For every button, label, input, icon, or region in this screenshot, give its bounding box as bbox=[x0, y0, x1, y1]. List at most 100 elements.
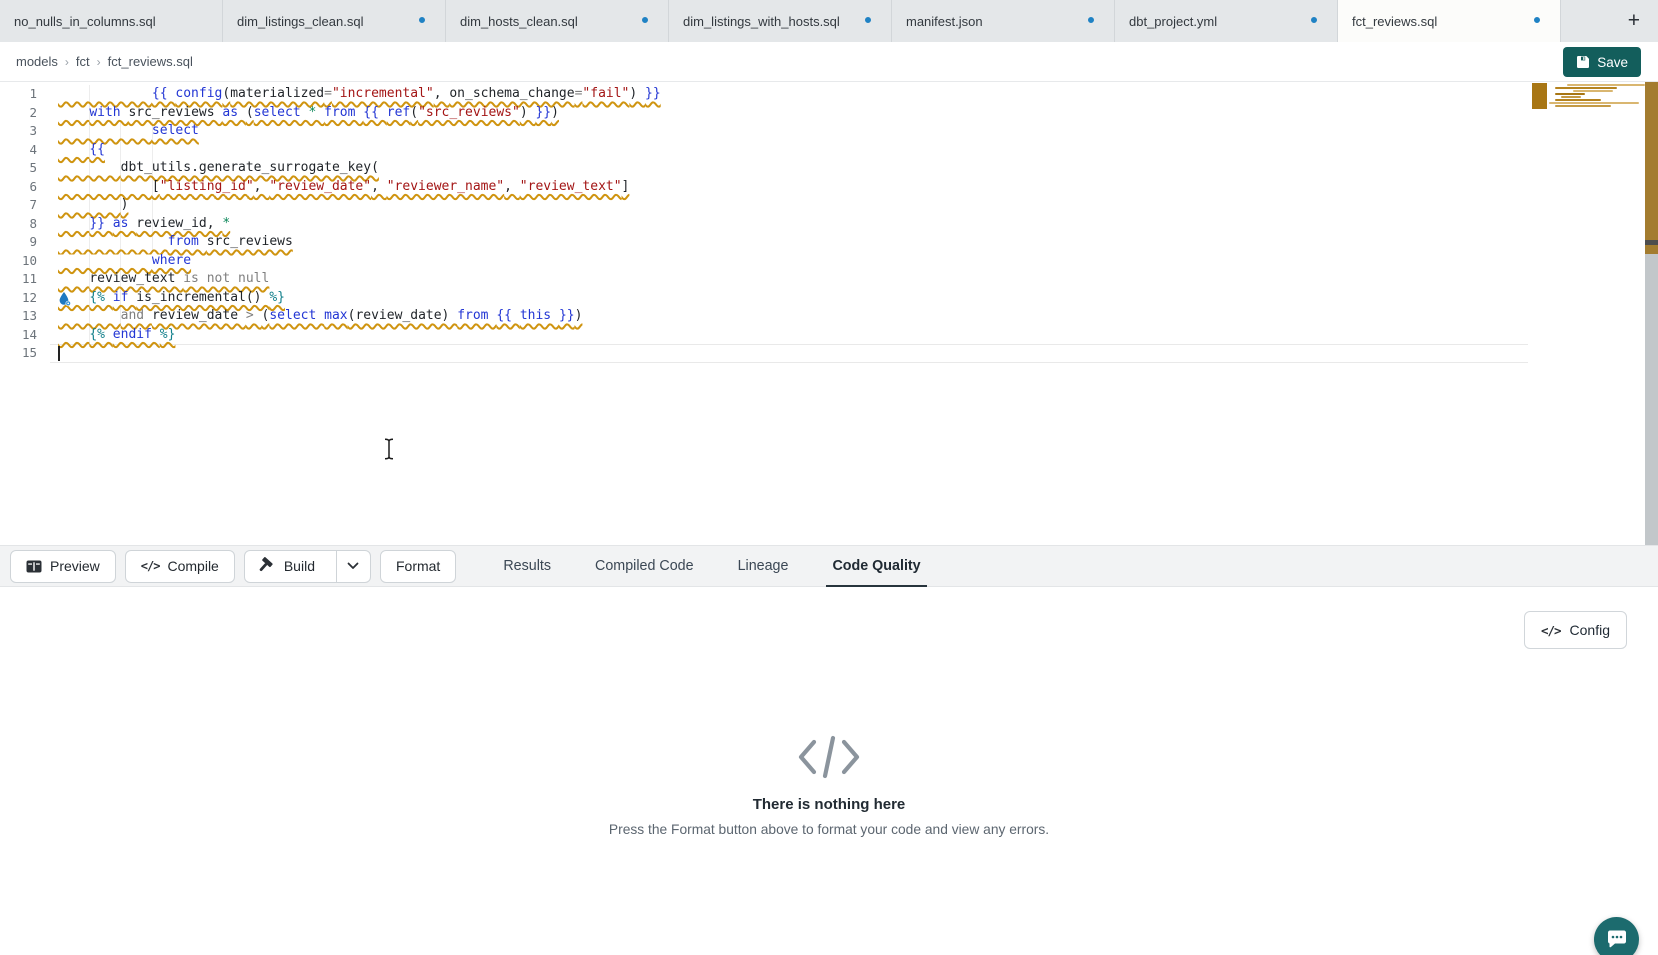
config-button[interactable]: </> Config bbox=[1524, 611, 1627, 649]
code-line-text: review_text is not null bbox=[58, 270, 269, 289]
breadcrumb-separator: › bbox=[65, 55, 69, 69]
code-line-4[interactable]: 4 {{ bbox=[0, 141, 1658, 160]
code-line-14[interactable]: 14 {% endif %} bbox=[0, 326, 1658, 345]
code-line-12[interactable]: 12 {% if is_incremental() %} bbox=[0, 289, 1658, 308]
code-line-text: ["listing_id", "review_date", "reviewer_… bbox=[58, 178, 629, 197]
line-number: 7 bbox=[0, 196, 58, 215]
scrollbar-position-marker bbox=[1645, 240, 1658, 245]
code-line-3[interactable]: 3 select bbox=[0, 122, 1658, 141]
build-button[interactable]: Build bbox=[245, 551, 328, 582]
code-line-text: {{ config(materialized="incremental", on… bbox=[58, 85, 661, 104]
minimap-row bbox=[1555, 105, 1611, 107]
text-caret bbox=[58, 346, 60, 361]
tab-bar: no_nulls_in_columns.sql dim_listings_clea… bbox=[0, 0, 1658, 42]
minimap-block bbox=[1532, 83, 1547, 109]
panel-tab-strip: Results Compiled Code Lineage Code Quality bbox=[503, 545, 920, 587]
tab-dbt_project.yml[interactable]: dbt_project.yml bbox=[1115, 0, 1338, 42]
code-quality-panel: </> Config There is nothing here Press t… bbox=[0, 587, 1658, 955]
panel-tab-results[interactable]: Results bbox=[503, 545, 551, 587]
minimap-row bbox=[1561, 96, 1581, 98]
tab-dim_listings_clean.sql[interactable]: dim_listings_clean.sql bbox=[223, 0, 446, 42]
tab-dim_hosts_clean.sql[interactable]: dim_hosts_clean.sql bbox=[446, 0, 669, 42]
tab-label: manifest.json bbox=[906, 14, 983, 29]
ide-window: no_nulls_in_columns.sql dim_listings_clea… bbox=[0, 0, 1658, 955]
panel-tab-compiled-code[interactable]: Compiled Code bbox=[595, 545, 694, 587]
breadcrumb: models › fct › fct_reviews.sql bbox=[16, 54, 193, 69]
format-button[interactable]: Format bbox=[380, 550, 456, 583]
line-number: 15 bbox=[0, 344, 58, 363]
line-number: 4 bbox=[0, 141, 58, 160]
code-line-1[interactable]: 1 {{ config(materialized="incremental", … bbox=[0, 85, 1658, 104]
build-options-dropdown[interactable] bbox=[336, 551, 370, 582]
tab-label: dim_listings_clean.sql bbox=[237, 14, 363, 29]
panel-tab-lineage[interactable]: Lineage bbox=[738, 545, 789, 587]
line-number: 13 bbox=[0, 307, 58, 326]
modified-dot bbox=[1088, 17, 1094, 23]
breadcrumb-separator: › bbox=[97, 55, 101, 69]
breadcrumb-item-fct_reviews.sql[interactable]: fct_reviews.sql bbox=[108, 54, 193, 69]
minimap-row bbox=[1555, 99, 1601, 101]
code-line-11[interactable]: 11 review_text is not null bbox=[0, 270, 1658, 289]
quick-fix-icon[interactable] bbox=[57, 291, 72, 307]
vertical-scrollbar[interactable] bbox=[1645, 82, 1658, 545]
chat-assistant-button[interactable] bbox=[1594, 917, 1639, 955]
code-line-text: ) bbox=[58, 196, 128, 215]
tab-label: dbt_project.yml bbox=[1129, 14, 1217, 29]
code-line-13[interactable]: 13 and review_date > (select max(review_… bbox=[0, 307, 1658, 326]
mouse-cursor bbox=[383, 438, 395, 465]
preview-button[interactable]: Preview bbox=[10, 550, 116, 583]
empty-state: There is nothing here Press the Format b… bbox=[0, 587, 1658, 837]
line-number: 12 bbox=[0, 289, 58, 308]
line-number: 10 bbox=[0, 252, 58, 271]
modified-dot bbox=[1534, 17, 1540, 23]
code-line-7[interactable]: 7 ) bbox=[0, 196, 1658, 215]
scrollbar-warning-region bbox=[1645, 82, 1658, 254]
code-line-text: where bbox=[58, 252, 191, 271]
compile-button[interactable]: </> Compile bbox=[125, 550, 235, 583]
tab-no_nulls_in_columns.sql[interactable]: no_nulls_in_columns.sql bbox=[0, 0, 223, 42]
code-line-text: }} as review_id, * bbox=[58, 215, 230, 234]
code-line-15[interactable]: 15 bbox=[0, 344, 1658, 363]
build-split-button: Build bbox=[244, 550, 371, 583]
code-line-8[interactable]: 8 }} as review_id, * bbox=[0, 215, 1658, 234]
code-line-10[interactable]: 10 where bbox=[0, 252, 1658, 271]
code-line-6[interactable]: 6 ["listing_id", "review_date", "reviewe… bbox=[0, 178, 1658, 197]
tab-fct_reviews.sql[interactable]: fct_reviews.sql bbox=[1338, 0, 1561, 42]
file-header-bar: models › fct › fct_reviews.sql Save bbox=[0, 42, 1658, 82]
chevron-down-icon bbox=[347, 562, 359, 570]
code-line-9[interactable]: 9 from src_reviews bbox=[0, 233, 1658, 252]
code-line-text: {% if is_incremental() %} bbox=[58, 289, 285, 308]
minimap-row bbox=[1555, 93, 1585, 95]
line-number: 6 bbox=[0, 178, 58, 197]
tab-label: fct_reviews.sql bbox=[1352, 14, 1437, 29]
new-tab-button[interactable]: + bbox=[1622, 0, 1646, 42]
code-area[interactable]: 1 {{ config(materialized="incremental", … bbox=[0, 82, 1658, 363]
panel-tab-code-quality[interactable]: Code Quality bbox=[832, 545, 920, 587]
code-line-text: and review_date > (select max(review_dat… bbox=[58, 307, 582, 326]
code-line-2[interactable]: 2 with src_reviews as (select * from {{ … bbox=[0, 104, 1658, 123]
empty-state-title: There is nothing here bbox=[753, 796, 906, 813]
build-label: Build bbox=[284, 558, 315, 574]
breadcrumb-item-models[interactable]: models bbox=[16, 54, 58, 69]
code-line-text: {% endif %} bbox=[58, 326, 175, 345]
line-number: 3 bbox=[0, 122, 58, 141]
tab-label: dim_hosts_clean.sql bbox=[460, 14, 578, 29]
save-label: Save bbox=[1597, 55, 1628, 70]
save-icon bbox=[1576, 55, 1590, 69]
code-line-5[interactable]: 5 dbt_utils.generate_surrogate_key( bbox=[0, 159, 1658, 178]
tab-manifest.json[interactable]: manifest.json bbox=[892, 0, 1115, 42]
hammer-icon bbox=[258, 557, 276, 575]
save-button[interactable]: Save bbox=[1563, 47, 1641, 77]
minimap-row bbox=[1573, 90, 1613, 92]
line-number: 9 bbox=[0, 233, 58, 252]
config-label: Config bbox=[1570, 622, 1610, 638]
line-number: 8 bbox=[0, 215, 58, 234]
tab-label: no_nulls_in_columns.sql bbox=[14, 14, 156, 29]
breadcrumb-item-fct[interactable]: fct bbox=[76, 54, 90, 69]
modified-dot bbox=[865, 17, 871, 23]
code-editor[interactable]: 1 {{ config(materialized="incremental", … bbox=[0, 82, 1658, 545]
tab-dim_listings_with_hosts.sql[interactable]: dim_listings_with_hosts.sql bbox=[669, 0, 892, 42]
code-line-text: dbt_utils.generate_surrogate_key( bbox=[58, 159, 379, 178]
minimap[interactable] bbox=[1532, 83, 1645, 113]
code-icon: </> bbox=[1541, 623, 1561, 638]
